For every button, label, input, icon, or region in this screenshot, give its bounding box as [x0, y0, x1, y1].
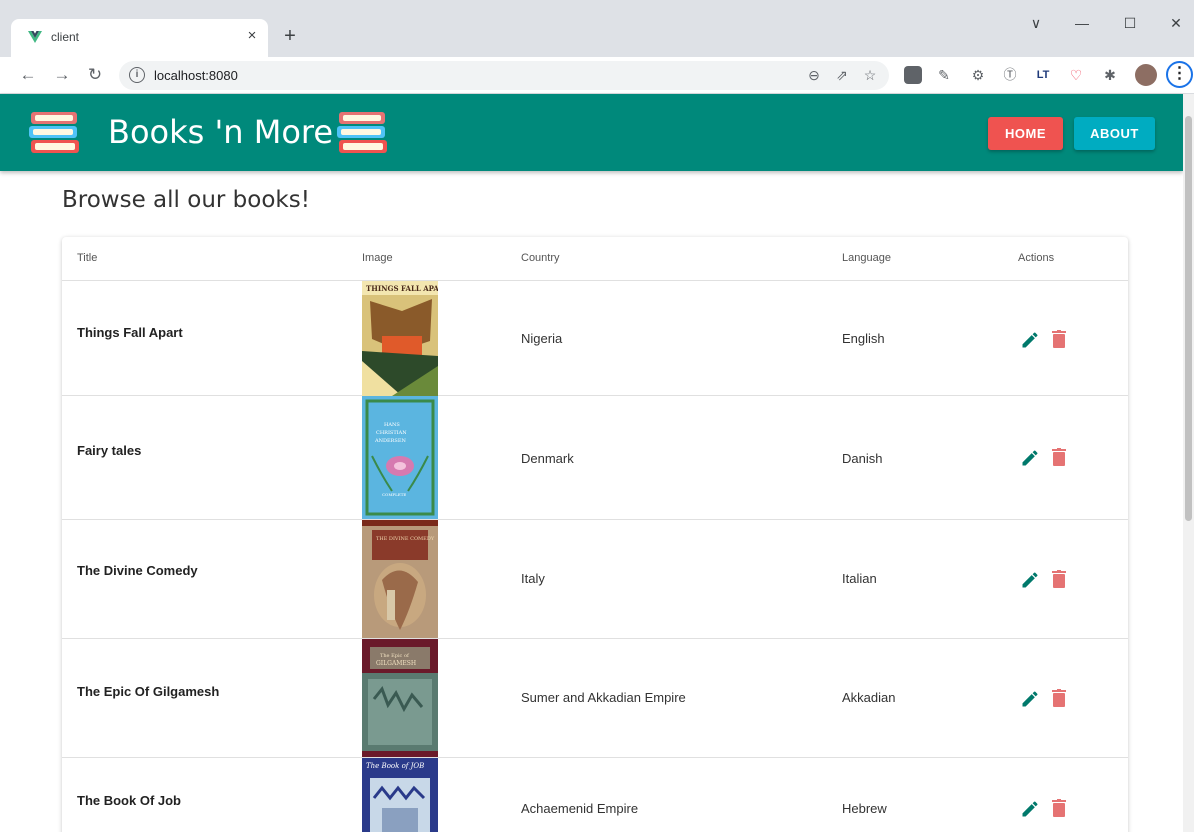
- site-info-icon[interactable]: i: [129, 67, 145, 83]
- book-cover-image: The Epic of GILGAMESH: [362, 639, 438, 757]
- column-header-actions: Actions: [1018, 252, 1055, 264]
- book-cover-image: THE DIVINE COMEDY: [362, 520, 438, 638]
- reload-icon[interactable]: ↻: [83, 63, 107, 87]
- maximize-button[interactable]: ☐: [1118, 12, 1142, 34]
- app-header: Books 'n More HOME ABOUT: [0, 94, 1183, 171]
- scrollbar-thumb[interactable]: [1185, 116, 1192, 521]
- close-window-button[interactable]: ✕: [1164, 12, 1188, 34]
- book-title: The Epic Of Gilgamesh: [77, 684, 220, 699]
- book-title: Fairy tales: [77, 443, 142, 458]
- browser-toolbar: ← → ↻ i localhost:8080 ⊖ ⇗ ☆ ✎ ⚙ Ⓣ LT ♡ …: [0, 57, 1194, 94]
- book-cover-image: HANS CHRISTIAN ANDERSEN COMPLETE: [362, 396, 438, 519]
- page-scrollbar[interactable]: [1183, 94, 1194, 832]
- svg-text:The Book of JOB: The Book of JOB: [366, 762, 424, 770]
- book-language: Italian: [842, 571, 877, 586]
- column-header-language[interactable]: Language: [842, 252, 891, 264]
- new-tab-button[interactable]: +: [279, 25, 301, 47]
- page-heading: Browse all our books!: [62, 187, 310, 213]
- delete-trash-icon[interactable]: [1052, 448, 1066, 466]
- home-button[interactable]: HOME: [988, 117, 1063, 150]
- books-logo-icon: [337, 112, 387, 153]
- extensions-puzzle-icon[interactable]: ✱: [1100, 65, 1120, 85]
- svg-text:THINGS FALL APART: THINGS FALL APART: [366, 284, 438, 293]
- book-language: Danish: [842, 451, 883, 466]
- svg-text:CHRISTIAN: CHRISTIAN: [376, 430, 407, 436]
- table-row[interactable]: The Divine Comedy THE DIVINE COMEDY Ital…: [62, 520, 1128, 639]
- back-icon[interactable]: ←: [16, 63, 40, 87]
- text-extension-icon[interactable]: Ⓣ: [1000, 65, 1020, 85]
- url-text: localhost:8080: [154, 68, 238, 83]
- book-country: Italy: [521, 571, 545, 586]
- tab-close-icon[interactable]: ×: [243, 27, 261, 45]
- table-row[interactable]: Fairy tales HANS CHRISTIAN ANDERSEN COMP…: [62, 396, 1128, 520]
- pocket-extension-icon[interactable]: ♡: [1066, 65, 1086, 85]
- address-bar[interactable]: i localhost:8080 ⊖ ⇗ ☆: [119, 61, 889, 90]
- book-language: English: [842, 331, 885, 346]
- vue-logo-icon: [28, 31, 42, 43]
- edit-pencil-icon[interactable]: [1020, 689, 1040, 709]
- books-table: Title Image Country Language Actions Thi…: [62, 237, 1128, 832]
- column-header-image[interactable]: Image: [362, 252, 393, 264]
- zoom-icon[interactable]: ⊖: [804, 65, 824, 85]
- delete-trash-icon[interactable]: [1052, 330, 1066, 348]
- column-header-country[interactable]: Country: [521, 252, 560, 264]
- browser-tab[interactable]: client ×: [11, 19, 268, 57]
- about-button[interactable]: ABOUT: [1074, 117, 1155, 150]
- book-title: The Divine Comedy: [77, 563, 198, 578]
- svg-text:THE DIVINE COMEDY: THE DIVINE COMEDY: [376, 536, 435, 542]
- svg-text:ANDERSEN: ANDERSEN: [374, 438, 406, 444]
- eyedropper-extension-icon[interactable]: ✎: [934, 65, 954, 85]
- tab-search-icon[interactable]: ∨: [1024, 12, 1048, 34]
- column-header-title[interactable]: Title: [77, 252, 97, 264]
- bookmark-star-icon[interactable]: ☆: [860, 65, 880, 85]
- svg-text:COMPLETE: COMPLETE: [382, 492, 406, 497]
- books-logo-icon: [29, 112, 79, 153]
- delete-trash-icon[interactable]: [1052, 570, 1066, 588]
- minimize-button[interactable]: —: [1070, 12, 1094, 34]
- book-cover-image: THINGS FALL APART: [362, 281, 438, 396]
- browser-menu-icon[interactable]: ⋮: [1166, 61, 1193, 88]
- table-row[interactable]: The Book Of Job The Book of JOB Achaemen…: [62, 758, 1128, 832]
- book-title: Things Fall Apart: [77, 325, 183, 340]
- shield-extension-icon[interactable]: [904, 66, 922, 84]
- svg-text:HANS: HANS: [384, 422, 400, 428]
- book-language: Akkadian: [842, 690, 896, 705]
- tab-title: client: [51, 30, 80, 44]
- svg-text:The Epic of: The Epic of: [380, 653, 410, 659]
- browser-tab-bar: client × + ∨ — ☐ ✕: [0, 0, 1194, 57]
- app-title: Books 'n More: [108, 113, 334, 151]
- svg-text:GILGAMESH: GILGAMESH: [376, 660, 416, 667]
- edit-pencil-icon[interactable]: [1020, 799, 1040, 819]
- delete-trash-icon[interactable]: [1052, 799, 1066, 817]
- book-country: Achaemenid Empire: [521, 801, 639, 816]
- forward-icon[interactable]: →: [50, 63, 74, 87]
- table-row[interactable]: Things Fall Apart THINGS FALL APART Nige…: [62, 281, 1128, 396]
- book-language: Hebrew: [842, 801, 887, 816]
- edit-pencil-icon[interactable]: [1020, 330, 1040, 350]
- edit-pencil-icon[interactable]: [1020, 448, 1040, 468]
- profile-avatar[interactable]: [1135, 64, 1157, 86]
- book-country: Denmark: [521, 451, 574, 466]
- share-icon[interactable]: ⇗: [832, 65, 852, 85]
- gear-extension-icon[interactable]: ⚙: [968, 65, 988, 85]
- book-country: Sumer and Akkadian Empire: [521, 690, 686, 705]
- book-cover-image: The Book of JOB: [362, 758, 438, 832]
- book-title: The Book Of Job: [77, 793, 181, 808]
- book-country: Nigeria: [521, 331, 563, 346]
- lt-extension-icon[interactable]: LT: [1033, 65, 1053, 85]
- table-row[interactable]: The Epic Of Gilgamesh The Epic of GILGAM…: [62, 639, 1128, 758]
- delete-trash-icon[interactable]: [1052, 689, 1066, 707]
- edit-pencil-icon[interactable]: [1020, 570, 1040, 590]
